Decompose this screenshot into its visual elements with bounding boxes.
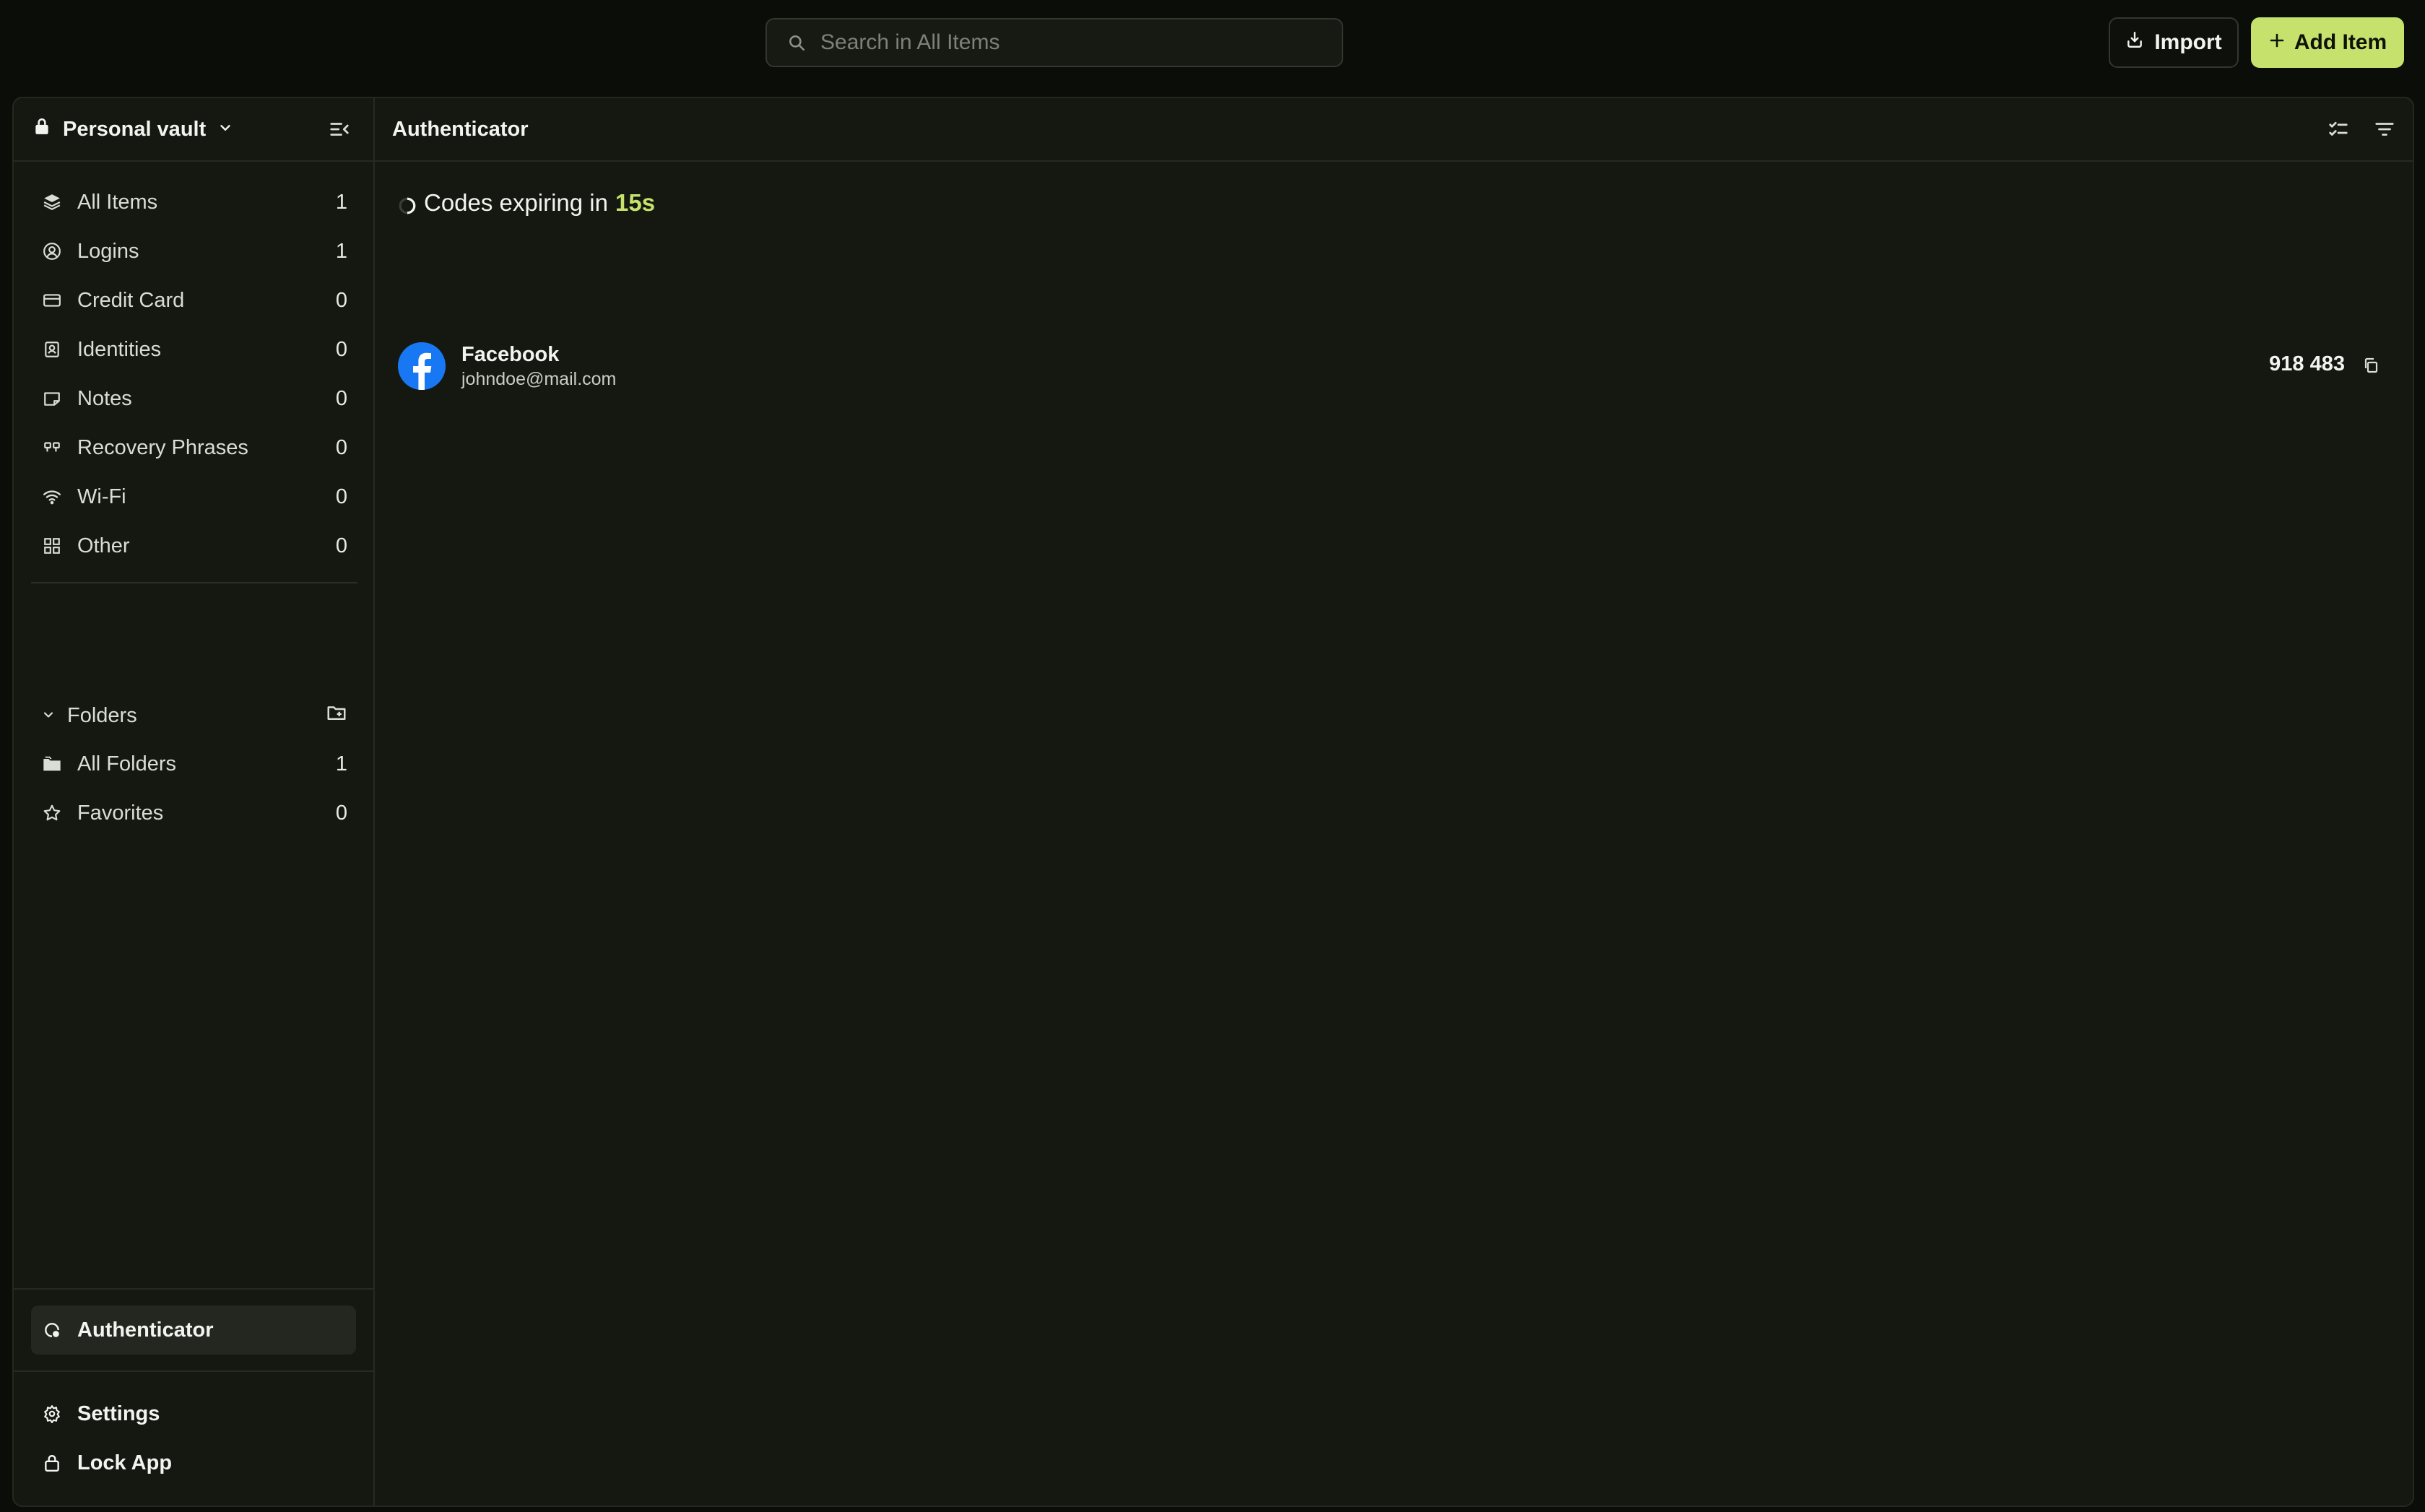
sidebar-item-all-items[interactable]: All Items 1 — [31, 178, 357, 227]
sidebar-item-label: All Items — [77, 190, 158, 214]
page-title: Authenticator — [392, 117, 529, 141]
sidebar-item-authenticator[interactable]: Authenticator — [31, 1305, 356, 1355]
sidebar-item-count: 1 — [335, 190, 347, 214]
add-item-button[interactable]: Add Item — [2251, 17, 2404, 68]
sidebar-item-label: Lock App — [77, 1451, 173, 1474]
authenticator-icon — [41, 1319, 63, 1341]
sidebar-item-count: 0 — [335, 386, 347, 410]
sidebar-item-label: Credit Card — [77, 288, 185, 312]
chevron-down-icon — [217, 118, 233, 142]
expiry-text: Codes expiring in — [424, 189, 608, 216]
id-badge-icon — [41, 339, 63, 360]
add-item-label: Add Item — [2294, 30, 2387, 54]
app-frame: Personal vault All Items 1 Logins 1 Cred… — [12, 97, 2414, 1507]
copy-icon[interactable] — [2359, 354, 2382, 377]
star-icon — [41, 802, 63, 824]
search-box[interactable] — [765, 18, 1343, 67]
collapse-sidebar-button[interactable] — [327, 118, 352, 143]
sidebar-item-identities[interactable]: Identities 0 — [31, 325, 357, 374]
sidebar-item-count: 0 — [335, 435, 347, 459]
top-bar: Import Add Item — [0, 0, 2425, 94]
sidebar-item-label: Favorites — [77, 801, 164, 825]
sidebar-divider — [14, 1288, 373, 1290]
collapse-sidebar-icon — [329, 118, 350, 144]
vault-switcher[interactable]: Personal vault — [32, 117, 233, 142]
sidebar-item-label: Wi-Fi — [77, 485, 126, 508]
search-icon — [787, 33, 806, 52]
folder-list: All Folders 1 Favorites 0 — [31, 739, 357, 838]
vault-header: Personal vault — [14, 98, 373, 162]
import-icon — [2125, 30, 2144, 55]
lock-icon — [32, 117, 51, 142]
authenticator-entry[interactable]: Facebook johndoe@mail.com 918 483 — [398, 336, 2398, 396]
layers-icon — [41, 191, 63, 213]
sidebar-divider — [31, 582, 357, 583]
gear-icon — [41, 1403, 63, 1425]
sidebar-item-label: Authenticator — [77, 1318, 214, 1342]
search-input[interactable] — [819, 19, 1342, 66]
sidebar-item-recovery-phrases[interactable]: Recovery Phrases 0 — [31, 423, 357, 472]
credit-card-icon — [41, 290, 63, 311]
main-panel: Authenticator Codes expiring in 15s Face… — [375, 98, 2413, 1506]
wifi-icon — [41, 486, 63, 508]
sidebar-item-all-folders[interactable]: All Folders 1 — [31, 739, 357, 788]
entry-text: Facebook johndoe@mail.com — [461, 342, 616, 391]
sidebar-item-count: 0 — [335, 485, 347, 508]
sidebar-item-count: 0 — [335, 534, 347, 557]
import-label: Import — [2154, 30, 2222, 54]
note-icon — [41, 388, 63, 409]
sidebar-item-label: Other — [77, 534, 130, 557]
sidebar-item-settings[interactable]: Settings — [31, 1389, 357, 1438]
user-circle-icon — [41, 240, 63, 262]
sidebar: Personal vault All Items 1 Logins 1 Cred… — [14, 98, 375, 1506]
sidebar-item-label: Logins — [77, 239, 139, 263]
sidebar-item-label: Identities — [77, 337, 162, 361]
folders-icon — [41, 753, 63, 775]
codes-expiry-banner: Codes expiring in 15s — [398, 189, 655, 217]
lock-icon — [41, 1452, 63, 1474]
header-tools — [2326, 117, 2397, 142]
sidebar-item-count: 0 — [335, 801, 347, 825]
facebook-icon — [398, 342, 446, 390]
folders-label: Folders — [67, 703, 137, 727]
main-header: Authenticator — [375, 98, 2413, 162]
entry-username: johndoe@mail.com — [461, 369, 617, 389]
sidebar-item-logins[interactable]: Logins 1 — [31, 227, 357, 276]
countdown-icon — [398, 194, 417, 214]
sidebar-bottom-list: Settings Lock App — [31, 1389, 357, 1487]
sidebar-item-wifi[interactable]: Wi-Fi 0 — [31, 472, 357, 521]
expiry-seconds: 15s — [615, 189, 656, 216]
plus-icon — [2268, 30, 2286, 55]
sidebar-divider — [14, 1370, 373, 1372]
vault-name: Personal vault — [63, 117, 207, 141]
grid-icon — [41, 535, 63, 557]
sidebar-item-other[interactable]: Other 0 — [31, 521, 357, 570]
sidebar-item-count: 1 — [335, 752, 347, 775]
sidebar-item-count: 0 — [335, 288, 347, 312]
sidebar-item-label: Notes — [77, 386, 132, 410]
new-folder-icon[interactable] — [326, 702, 347, 729]
import-button[interactable]: Import — [2109, 17, 2239, 68]
otp-code[interactable]: 918 483 — [2269, 352, 2345, 376]
quote-icon — [41, 437, 63, 459]
chevron-down-icon — [41, 704, 56, 728]
filter-icon[interactable] — [2372, 117, 2397, 142]
entry-title: Facebook — [461, 343, 560, 366]
sidebar-item-label: Settings — [77, 1402, 160, 1425]
sidebar-item-label: All Folders — [77, 752, 176, 775]
category-list: All Items 1 Logins 1 Credit Card 0 Ident… — [31, 178, 357, 570]
sidebar-item-notes[interactable]: Notes 0 — [31, 374, 357, 423]
sidebar-item-lock-app[interactable]: Lock App — [31, 1438, 357, 1487]
sidebar-item-label: Recovery Phrases — [77, 435, 248, 459]
sidebar-item-count: 1 — [335, 239, 347, 263]
sidebar-item-count: 0 — [335, 337, 347, 361]
sidebar-item-favorites[interactable]: Favorites 0 — [31, 788, 357, 838]
folders-header[interactable]: Folders — [31, 690, 357, 741]
bulk-select-icon[interactable] — [2326, 117, 2351, 142]
sidebar-item-credit-card[interactable]: Credit Card 0 — [31, 276, 357, 325]
